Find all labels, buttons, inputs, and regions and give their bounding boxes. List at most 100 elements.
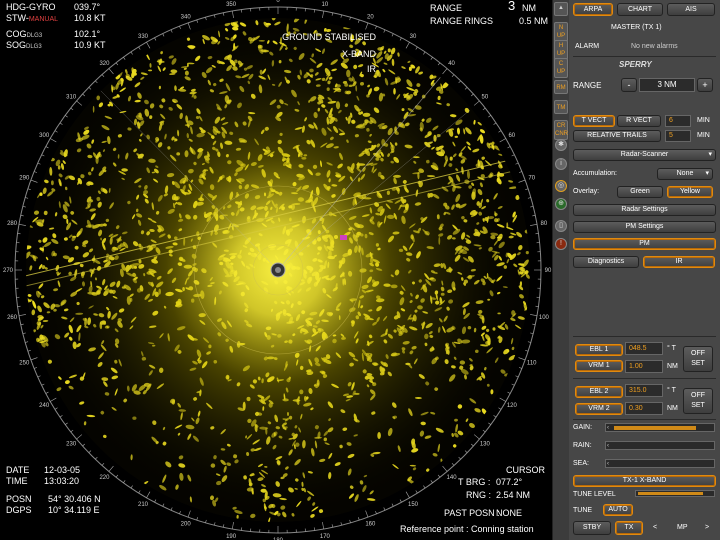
vrm2-value-box[interactable]: 0.30 bbox=[625, 402, 663, 415]
range-decrease-button[interactable]: - bbox=[621, 78, 637, 92]
divider bbox=[573, 419, 716, 420]
tbrg-label: T BRG : bbox=[458, 477, 491, 487]
rings-readout: RANGE RINGS 0.5 NM bbox=[430, 16, 548, 27]
bearing-label: 170 bbox=[320, 534, 331, 540]
overlay-green-button[interactable]: Green bbox=[617, 186, 663, 198]
vrm1-button[interactable]: VRM 1 bbox=[575, 360, 623, 372]
info-icon[interactable]: i bbox=[555, 158, 567, 170]
target-icon[interactable]: ◎ bbox=[555, 180, 567, 192]
relative-trails-button[interactable]: RELATIVE TRAILS bbox=[573, 130, 661, 142]
reference-point: Reference point : Conning station bbox=[400, 524, 534, 534]
bearing-label: 140 bbox=[447, 475, 458, 481]
range-value: 3 bbox=[508, 0, 516, 13]
accumulation-select[interactable]: None ▾ bbox=[657, 168, 713, 180]
offset2-button[interactable]: OFF SET bbox=[683, 388, 713, 414]
overlay-yellow-button[interactable]: Yellow bbox=[667, 186, 713, 198]
ir-button[interactable]: IR bbox=[643, 256, 715, 268]
diagnostics-button[interactable]: Diagnostics bbox=[573, 256, 639, 268]
tx-band-button[interactable]: TX-1 X-BAND bbox=[573, 475, 716, 487]
mode-prev-button[interactable]: < bbox=[653, 524, 657, 531]
bearing-label: 60 bbox=[508, 133, 515, 139]
alarm-value: No new alarms bbox=[631, 43, 678, 50]
sea-slider[interactable]: ‹ bbox=[605, 459, 715, 468]
pm-button[interactable]: PM bbox=[573, 238, 716, 250]
head-up-button[interactable]: H UP bbox=[554, 40, 568, 60]
true-vector-button[interactable]: T VECT bbox=[573, 115, 615, 127]
ebl1-value-box[interactable]: 048.5 bbox=[625, 342, 663, 355]
date-readout: DATE 12-03-05 bbox=[6, 465, 80, 476]
tune-level-fill bbox=[638, 492, 703, 495]
gain-fill bbox=[614, 426, 696, 430]
gain-slider[interactable]: ‹ bbox=[605, 423, 715, 432]
tune-auto-button[interactable]: AUTO bbox=[603, 504, 633, 516]
stw-label: STW- bbox=[6, 13, 29, 23]
ebl1-button[interactable]: EBL 1 bbox=[575, 344, 623, 356]
pm-settings-button[interactable]: PM Settings bbox=[573, 221, 716, 233]
relative-vector-button[interactable]: R VECT bbox=[617, 115, 661, 127]
offset1-button[interactable]: OFF SET bbox=[683, 346, 713, 372]
mp-label: MP bbox=[677, 524, 688, 531]
ebl2-unit: ° T bbox=[667, 387, 676, 394]
date-label: DATE bbox=[6, 465, 30, 475]
time-readout: TIME 13:03:20 bbox=[6, 476, 79, 487]
sea-label: SEA: bbox=[573, 460, 589, 467]
mode-next-button[interactable]: > bbox=[705, 524, 709, 531]
trails-time-box[interactable]: 5 bbox=[665, 130, 691, 142]
range-increase-button[interactable]: + bbox=[697, 78, 713, 92]
panel-range-label: RANGE bbox=[573, 81, 602, 90]
ebl2-value-box[interactable]: 315.0 bbox=[625, 384, 663, 397]
rng-readout: RNG : 2.54 NM bbox=[466, 490, 530, 501]
bearing-label: 220 bbox=[99, 475, 110, 481]
scroll-up-button[interactable]: ▲ bbox=[554, 2, 568, 16]
north-up-button[interactable]: N UP bbox=[554, 22, 568, 42]
range-unit: NM bbox=[522, 3, 536, 13]
tab-arpa[interactable]: ARPA bbox=[573, 3, 613, 16]
posn-value: 54° 30.406 N bbox=[48, 494, 101, 504]
sog-sub: DLG3 bbox=[26, 44, 42, 50]
course-up-button[interactable]: C UP bbox=[554, 58, 568, 78]
vector-time-box[interactable]: 6 bbox=[665, 115, 691, 127]
stabilisation: GROUND STABILISED bbox=[282, 32, 376, 42]
bearing-label: 300 bbox=[39, 133, 50, 139]
alarm-label: ALARM bbox=[575, 43, 600, 50]
rain-slider[interactable]: ‹ bbox=[605, 441, 715, 450]
map-icon[interactable]: ⊕ bbox=[555, 198, 567, 210]
tab-chart[interactable]: CHART bbox=[617, 3, 663, 16]
band-readout: X-BAND bbox=[341, 49, 376, 59]
bearing-label: 290 bbox=[19, 176, 30, 182]
past-posn-readout: PAST POSN : NONE bbox=[444, 508, 522, 519]
transmit-button[interactable]: TX bbox=[615, 521, 643, 535]
bearing-label: 260 bbox=[7, 315, 18, 321]
tab-ais[interactable]: AIS bbox=[667, 3, 715, 16]
relative-motion-button[interactable]: RM bbox=[554, 80, 568, 94]
hdg-value: 039.7° bbox=[74, 2, 101, 12]
bearing-label: 250 bbox=[19, 360, 30, 366]
bearing-label: 20 bbox=[367, 14, 374, 20]
settings-icon[interactable]: ✱ bbox=[555, 139, 567, 151]
vrm1-value-box[interactable]: 1.00 bbox=[625, 360, 663, 373]
bearing-label: 130 bbox=[480, 442, 491, 448]
range-value-box: 3 NM bbox=[639, 78, 695, 92]
radar-scanner-select[interactable]: Radar-Scanner ▾ bbox=[573, 149, 716, 161]
standby-button[interactable]: STBY bbox=[573, 521, 611, 535]
true-motion-button[interactable]: TM bbox=[554, 100, 568, 114]
bearing-label: 230 bbox=[66, 442, 77, 448]
center-button[interactable]: CR CNR bbox=[554, 120, 568, 140]
rng-value: 2.54 NM bbox=[496, 490, 531, 500]
radar-display[interactable]: 0 10 20 30 40 50 60 70 80 90 100 110 120 130 140 150 160… bbox=[0, 0, 552, 540]
range-readout: RANGE 3 NM bbox=[430, 0, 536, 14]
trails-unit: MIN bbox=[697, 132, 710, 139]
alarm-icon[interactable]: ! bbox=[555, 238, 567, 250]
bearing-label: 240 bbox=[39, 403, 50, 409]
radar-scope[interactable]: 0 10 20 30 40 50 60 70 80 90 100 110 120 130 140 150 160… bbox=[0, 0, 552, 540]
ebl2-button[interactable]: EBL 2 bbox=[575, 386, 623, 398]
vrm2-button[interactable]: VRM 2 bbox=[575, 403, 623, 415]
tune-level-label: TUNE LEVEL bbox=[573, 491, 616, 498]
bearing-label: 100 bbox=[539, 315, 550, 321]
stw-readout: STW-MANUAL 10.8 KT bbox=[6, 13, 106, 25]
radar-settings-button[interactable]: Radar Settings bbox=[573, 204, 716, 216]
bearing-label: 80 bbox=[541, 221, 548, 227]
ebl1-unit: ° T bbox=[667, 345, 676, 352]
divider bbox=[573, 378, 716, 379]
doc-icon[interactable]: ▯ bbox=[555, 220, 567, 232]
